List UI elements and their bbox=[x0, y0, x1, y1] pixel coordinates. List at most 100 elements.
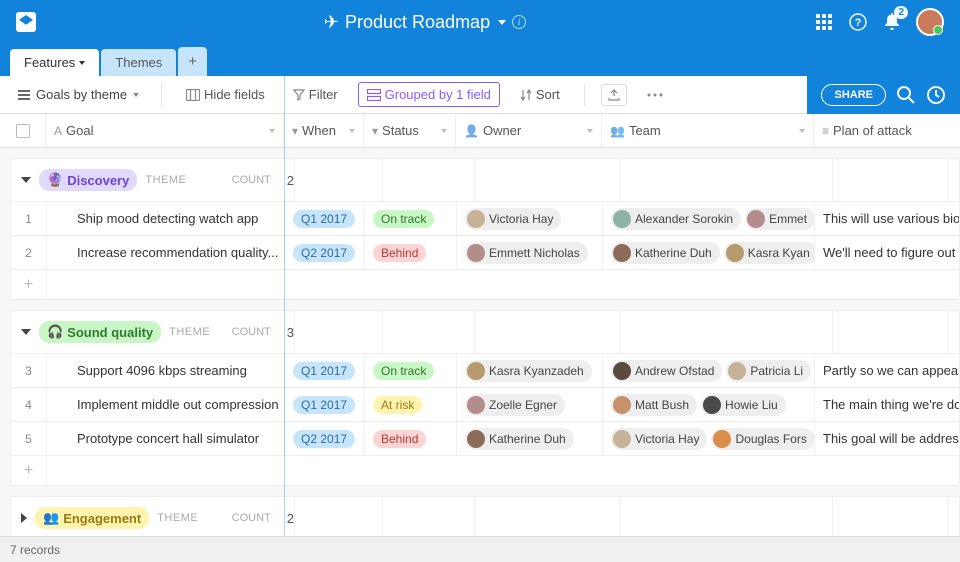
table-row[interactable]: 5Prototype concert hall simulatorQ2 2017… bbox=[11, 421, 959, 455]
cell-team[interactable]: Katherine DuhKasra Kyan bbox=[603, 236, 815, 269]
column-header-owner[interactable]: 👤 Owner bbox=[456, 114, 602, 147]
cell-goal[interactable]: Implement middle out compression bbox=[47, 388, 285, 421]
person-pill[interactable]: Douglas Fors bbox=[711, 428, 814, 450]
cell-goal[interactable]: Prototype concert hall simulator bbox=[47, 422, 285, 455]
more-options-button[interactable] bbox=[639, 89, 671, 101]
person-pill[interactable]: Emmet bbox=[745, 208, 815, 230]
column-header-goal[interactable]: A Goal bbox=[46, 114, 284, 147]
theme-label: THEME bbox=[145, 174, 186, 186]
cell-when[interactable]: Q2 2017 bbox=[285, 422, 365, 455]
cell-owner[interactable]: Emmett Nicholas bbox=[457, 236, 603, 269]
person-pill[interactable]: Katherine Duh bbox=[611, 242, 720, 264]
person-pill[interactable]: Andrew Ofstad bbox=[611, 360, 722, 382]
user-avatar[interactable] bbox=[916, 8, 944, 36]
app-logo-icon[interactable] bbox=[16, 12, 36, 32]
apps-icon[interactable] bbox=[814, 12, 834, 32]
cell-owner[interactable]: Victoria Hay bbox=[457, 202, 603, 235]
add-row[interactable]: + bbox=[11, 455, 959, 485]
help-icon[interactable]: ? bbox=[848, 12, 868, 32]
column-header-row: A Goal ▾ When ▾ Status 👤 Owner 👥 Team ≡ … bbox=[0, 114, 960, 148]
theme-pill[interactable]: 👥Engagement bbox=[35, 507, 149, 529]
row-number[interactable]: 1 bbox=[11, 202, 47, 235]
history-icon[interactable] bbox=[926, 85, 946, 105]
cell-plan[interactable]: The main thing we're doi bbox=[815, 388, 959, 421]
cell-when[interactable]: Q1 2017 bbox=[285, 388, 365, 421]
info-icon[interactable]: i bbox=[512, 15, 526, 29]
share-button[interactable]: SHARE bbox=[821, 84, 886, 106]
person-pill[interactable]: Zoelle Egner bbox=[465, 394, 565, 416]
cell-owner[interactable]: Katherine Duh bbox=[457, 422, 603, 455]
column-header-plan[interactable]: ≡ Plan of attack bbox=[814, 114, 960, 147]
app-title[interactable]: Product Roadmap bbox=[345, 12, 490, 33]
search-icon[interactable] bbox=[896, 85, 916, 105]
add-tab-button[interactable]: + bbox=[178, 47, 207, 76]
tab-themes[interactable]: Themes bbox=[101, 49, 176, 76]
cell-status[interactable]: At risk bbox=[365, 388, 457, 421]
view-selector[interactable]: Goals by theme bbox=[12, 83, 145, 106]
cell-owner[interactable]: Kasra Kyanzadeh bbox=[457, 354, 603, 387]
person-pill[interactable]: Victoria Hay bbox=[465, 208, 561, 230]
cell-status[interactable]: Behind bbox=[365, 422, 457, 455]
longtext-icon: ≡ bbox=[822, 124, 829, 138]
table-row[interactable]: 4Implement middle out compressionQ1 2017… bbox=[11, 387, 959, 421]
row-number[interactable]: 5 bbox=[11, 422, 47, 455]
row-number[interactable]: 2 bbox=[11, 236, 47, 269]
collapse-group-icon[interactable] bbox=[21, 329, 31, 335]
cell-when[interactable]: Q1 2017 bbox=[285, 202, 365, 235]
cell-goal[interactable]: Support 4096 kbps streaming bbox=[47, 354, 285, 387]
person-pill[interactable]: Alexander Sorokin bbox=[611, 208, 741, 230]
add-row[interactable]: + bbox=[11, 269, 959, 299]
sort-button[interactable]: Sort bbox=[512, 83, 568, 106]
cell-plan[interactable]: We'll need to figure out t bbox=[815, 236, 959, 269]
add-row-button[interactable]: + bbox=[11, 456, 47, 485]
cell-goal[interactable]: Increase recommendation quality... bbox=[47, 236, 285, 269]
theme-pill[interactable]: 🎧Sound quality bbox=[39, 321, 161, 343]
cell-team[interactable]: Andrew OfstadPatricia Li bbox=[603, 354, 815, 387]
cell-owner[interactable]: Zoelle Egner bbox=[457, 388, 603, 421]
person-pill[interactable]: Patricia Li bbox=[726, 360, 811, 382]
group-button[interactable]: Grouped by 1 field bbox=[358, 82, 500, 107]
filter-button[interactable]: Filter bbox=[285, 83, 346, 106]
table-row[interactable]: 3Support 4096 kbps streamingQ1 2017On tr… bbox=[11, 353, 959, 387]
cell-team[interactable]: Matt BushHowie Liu bbox=[603, 388, 815, 421]
select-icon: ▾ bbox=[292, 124, 298, 138]
chevron-down-icon bbox=[133, 93, 139, 97]
row-number[interactable]: 4 bbox=[11, 388, 47, 421]
person-pill[interactable]: Victoria Hay bbox=[611, 428, 707, 450]
theme-pill[interactable]: 🔮Discovery bbox=[39, 169, 137, 191]
tab-features[interactable]: Features bbox=[10, 49, 99, 76]
count-value: 2 bbox=[287, 511, 294, 526]
person-pill[interactable]: Kasra Kyan bbox=[724, 242, 815, 264]
notifications-icon[interactable]: 2 bbox=[882, 12, 902, 32]
column-header-status[interactable]: ▾ Status bbox=[364, 114, 456, 147]
cell-status[interactable]: On track bbox=[365, 202, 457, 235]
cell-team[interactable]: Victoria HayDouglas Fors bbox=[603, 422, 815, 455]
cell-plan[interactable]: This will use various bior bbox=[815, 202, 959, 235]
cell-team[interactable]: Alexander SorokinEmmet bbox=[603, 202, 815, 235]
share-download-button[interactable] bbox=[601, 84, 627, 106]
person-pill[interactable]: Emmett Nicholas bbox=[465, 242, 588, 264]
chevron-down-icon[interactable] bbox=[498, 20, 506, 25]
hide-fields-button[interactable]: Hide fields bbox=[178, 83, 273, 106]
add-row-button[interactable]: + bbox=[11, 270, 47, 299]
cell-goal[interactable]: Ship mood detecting watch app bbox=[47, 202, 285, 235]
table-row[interactable]: 2Increase recommendation quality...Q2 20… bbox=[11, 235, 959, 269]
person-pill[interactable]: Matt Bush bbox=[611, 394, 697, 416]
person-pill[interactable]: Kasra Kyanzadeh bbox=[465, 360, 592, 382]
cell-when[interactable]: Q1 2017 bbox=[285, 354, 365, 387]
expand-group-icon[interactable] bbox=[21, 513, 27, 523]
row-number[interactable]: 3 bbox=[11, 354, 47, 387]
cell-status[interactable]: On track bbox=[365, 354, 457, 387]
column-header-when[interactable]: ▾ When bbox=[284, 114, 364, 147]
cell-status[interactable]: Behind bbox=[365, 236, 457, 269]
person-pill[interactable]: Katherine Duh bbox=[465, 428, 574, 450]
cell-when[interactable]: Q2 2017 bbox=[285, 236, 365, 269]
cell-plan[interactable]: Partly so we can appeas bbox=[815, 354, 959, 387]
checkbox-icon[interactable] bbox=[16, 124, 30, 138]
table-row[interactable]: 1Ship mood detecting watch appQ1 2017On … bbox=[11, 201, 959, 235]
column-header-team[interactable]: 👥 Team bbox=[602, 114, 814, 147]
select-all-header[interactable] bbox=[0, 114, 46, 147]
collapse-group-icon[interactable] bbox=[21, 177, 31, 183]
person-pill[interactable]: Howie Liu bbox=[701, 394, 786, 416]
cell-plan[interactable]: This goal will be address bbox=[815, 422, 959, 455]
